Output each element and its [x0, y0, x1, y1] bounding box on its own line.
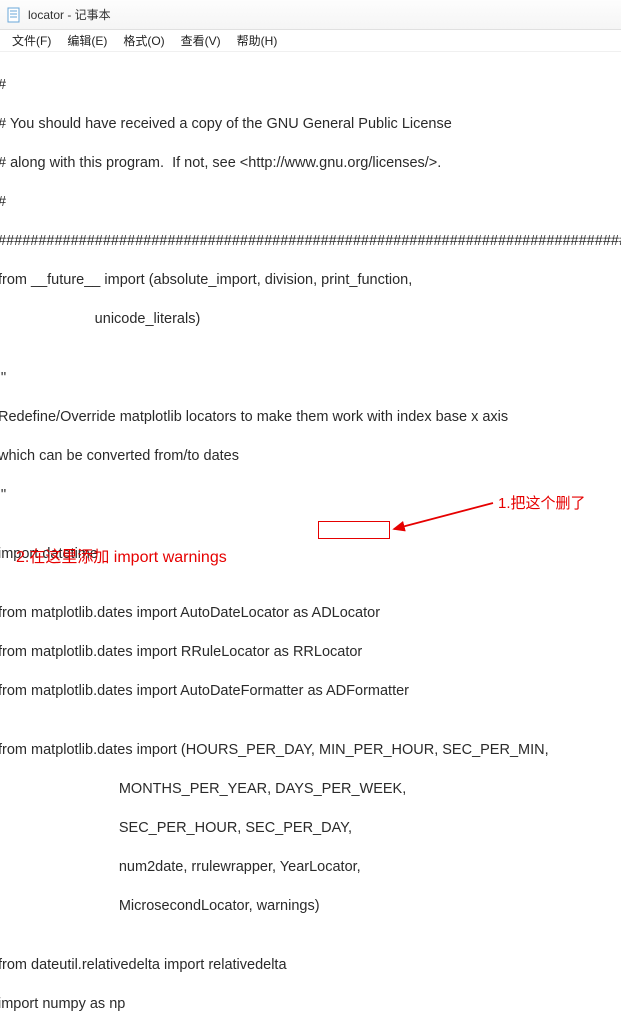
code-line: # — [0, 76, 621, 96]
code-line: from matplotlib.dates import (HOURS_PER_… — [0, 741, 621, 761]
code-line: # along with this program. If not, see <… — [0, 154, 621, 174]
code-line: # You should have received a copy of the… — [0, 115, 621, 135]
annotation-2: 2.在这里添加 import warnings — [16, 543, 227, 567]
notepad-icon — [6, 7, 22, 23]
code-line: ''' — [0, 369, 621, 389]
code-line: ########################################… — [0, 232, 621, 252]
titlebar: locator - 记事本 — [0, 0, 621, 30]
menu-format[interactable]: 格式(O) — [115, 30, 172, 51]
menubar: 文件(F) 编辑(E) 格式(O) 查看(V) 帮助(H) — [0, 30, 621, 52]
code-line: from matplotlib.dates import RRuleLocato… — [0, 643, 621, 663]
code-line: MicrosecondLocator, warnings) — [0, 897, 621, 917]
code-line: which can be converted from/to dates — [0, 447, 621, 467]
code-line: from matplotlib.dates import AutoDateFor… — [0, 682, 621, 702]
menu-help[interactable]: 帮助(H) — [229, 30, 286, 51]
menu-view[interactable]: 查看(V) — [173, 30, 229, 51]
code-line: # — [0, 193, 621, 213]
code-line: Redefine/Override matplotlib locators to… — [0, 408, 621, 428]
code-line: MONTHS_PER_YEAR, DAYS_PER_WEEK, — [0, 780, 621, 800]
code-line: SEC_PER_HOUR, SEC_PER_DAY, — [0, 819, 621, 839]
menu-file[interactable]: 文件(F) — [4, 30, 59, 51]
code-line: from matplotlib.dates import AutoDateLoc… — [0, 604, 621, 624]
annotation-1: 1.把这个删了 — [498, 492, 586, 513]
code-line: from dateutil.relativedelta import relat… — [0, 956, 621, 976]
code-line: unicode_literals) — [0, 310, 621, 330]
code-line: import numpy as np — [0, 995, 621, 1015]
window-title: locator - 记事本 — [28, 6, 111, 23]
code-line: num2date, rrulewrapper, YearLocator, — [0, 858, 621, 878]
menu-edit[interactable]: 编辑(E) — [59, 30, 115, 51]
code-line: from __future__ import (absolute_import,… — [0, 271, 621, 291]
